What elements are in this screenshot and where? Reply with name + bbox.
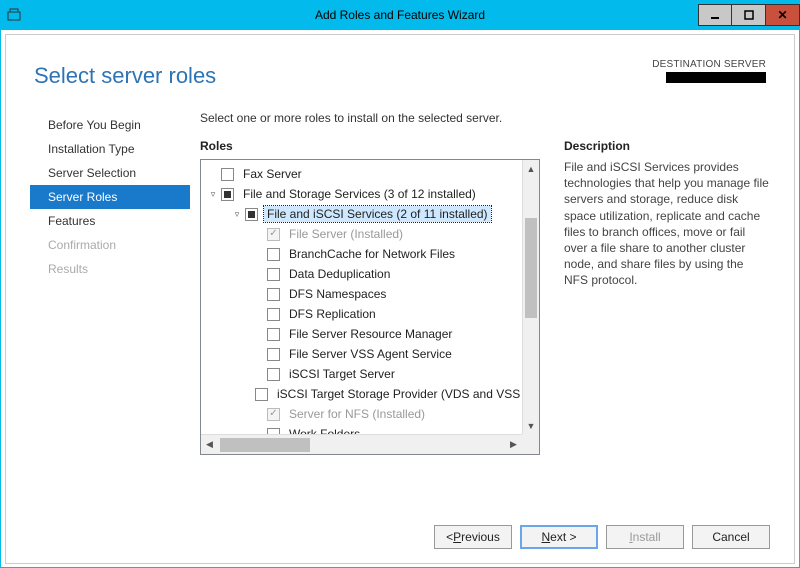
scroll-corner bbox=[522, 434, 539, 454]
maximize-button[interactable] bbox=[732, 4, 766, 26]
expand-toggle-icon[interactable]: ▿ bbox=[231, 209, 243, 220]
tree-node: Server for NFS (Installed) bbox=[201, 404, 539, 424]
tree-node: File Server (Installed) bbox=[201, 224, 539, 244]
wizard-step-server-selection[interactable]: Server Selection bbox=[30, 161, 190, 185]
tree-node[interactable]: BranchCache for Network Files bbox=[201, 244, 539, 264]
checkbox bbox=[267, 228, 280, 241]
tree-node[interactable]: DFS Replication bbox=[201, 304, 539, 324]
scroll-thumb-h[interactable] bbox=[220, 438, 310, 452]
scroll-down-icon[interactable]: ▼ bbox=[523, 417, 539, 434]
description-heading: Description bbox=[564, 139, 770, 153]
tree-node-label: iSCSI Target Storage Provider (VDS and V… bbox=[274, 386, 539, 402]
checkbox[interactable] bbox=[267, 288, 280, 301]
tree-node[interactable]: DFS Namespaces bbox=[201, 284, 539, 304]
tree-node-label: DFS Namespaces bbox=[286, 286, 389, 302]
wizard-step-confirmation: Confirmation bbox=[30, 233, 190, 257]
tree-node[interactable]: Data Deduplication bbox=[201, 264, 539, 284]
window-title: Add Roles and Features Wizard bbox=[0, 8, 800, 22]
tree-node-label: File Server Resource Manager bbox=[286, 326, 455, 342]
scroll-left-icon[interactable]: ◀ bbox=[201, 435, 218, 454]
checkbox[interactable] bbox=[245, 208, 258, 221]
checkbox[interactable] bbox=[267, 348, 280, 361]
checkbox[interactable] bbox=[267, 268, 280, 281]
wizard-step-before-you-begin[interactable]: Before You Begin bbox=[30, 113, 190, 137]
description-text: File and iSCSI Services provides technol… bbox=[564, 159, 770, 289]
wizard-step-results: Results bbox=[30, 257, 190, 281]
tree-node[interactable]: ▿ File and Storage Services (3 of 12 inst… bbox=[201, 184, 539, 204]
tree-node-label: Fax Server bbox=[240, 166, 305, 182]
checkbox[interactable] bbox=[255, 388, 268, 401]
checkbox[interactable] bbox=[267, 368, 280, 381]
tree-node-label: BranchCache for Network Files bbox=[286, 246, 458, 262]
checkbox[interactable] bbox=[221, 168, 234, 181]
checkbox[interactable] bbox=[267, 248, 280, 261]
cancel-button[interactable]: Cancel bbox=[692, 525, 770, 549]
scroll-right-icon[interactable]: ▶ bbox=[505, 435, 522, 454]
previous-button[interactable]: < Previous bbox=[434, 525, 512, 549]
app-icon bbox=[6, 7, 22, 23]
scroll-thumb[interactable] bbox=[525, 218, 537, 318]
tree-node-label: File and iSCSI Services (2 of 11 install… bbox=[264, 206, 491, 222]
checkbox[interactable] bbox=[221, 188, 234, 201]
tree-node-label: File Server VSS Agent Service bbox=[286, 346, 455, 362]
expand-toggle-icon[interactable]: ▿ bbox=[207, 189, 219, 200]
tree-node[interactable]: File Server Resource Manager bbox=[201, 324, 539, 344]
tree-node-label: File and Storage Services (3 of 12 insta… bbox=[240, 186, 479, 202]
tree-node[interactable]: File Server VSS Agent Service bbox=[201, 344, 539, 364]
wizard-step-server-roles[interactable]: Server Roles bbox=[30, 185, 190, 209]
wizard-steps: Before You BeginInstallation TypeServer … bbox=[30, 111, 190, 491]
horizontal-scrollbar[interactable]: ◀ ▶ bbox=[201, 434, 522, 454]
checkbox bbox=[267, 408, 280, 421]
tree-node[interactable]: ▿ File and iSCSI Services (2 of 11 instal… bbox=[201, 204, 539, 224]
instruction-text: Select one or more roles to install on t… bbox=[200, 111, 770, 125]
tree-node-label: File Server (Installed) bbox=[286, 226, 406, 242]
scroll-up-icon[interactable]: ▲ bbox=[523, 160, 539, 177]
tree-node-label: Server for NFS (Installed) bbox=[286, 406, 428, 422]
tree-node[interactable]: iSCSI Target Storage Provider (VDS and V… bbox=[201, 384, 539, 404]
wizard-step-installation-type[interactable]: Installation Type bbox=[30, 137, 190, 161]
tree-node-label: iSCSI Target Server bbox=[286, 366, 398, 382]
vertical-scrollbar[interactable]: ▲ ▼ bbox=[522, 160, 539, 434]
wizard-step-features[interactable]: Features bbox=[30, 209, 190, 233]
destination-server-box: DESTINATION SERVER bbox=[652, 59, 766, 86]
tree-node-label: DFS Replication bbox=[286, 306, 379, 322]
roles-heading: Roles bbox=[200, 139, 540, 153]
checkbox[interactable] bbox=[267, 308, 280, 321]
destination-label: DESTINATION SERVER bbox=[652, 59, 766, 70]
install-button: Install bbox=[606, 525, 684, 549]
title-bar: Add Roles and Features Wizard ✕ bbox=[0, 0, 800, 30]
destination-server-name bbox=[666, 72, 766, 83]
checkbox[interactable] bbox=[267, 328, 280, 341]
tree-node[interactable]: iSCSI Target Server bbox=[201, 364, 539, 384]
minimize-button[interactable] bbox=[698, 4, 732, 26]
next-button[interactable]: Next > bbox=[520, 525, 598, 549]
close-button[interactable]: ✕ bbox=[766, 4, 800, 26]
tree-node-label: Data Deduplication bbox=[286, 266, 393, 282]
roles-tree[interactable]: Fax Server ▿ File and Storage Services (3 … bbox=[200, 159, 540, 455]
tree-node[interactable]: Fax Server bbox=[201, 164, 539, 184]
